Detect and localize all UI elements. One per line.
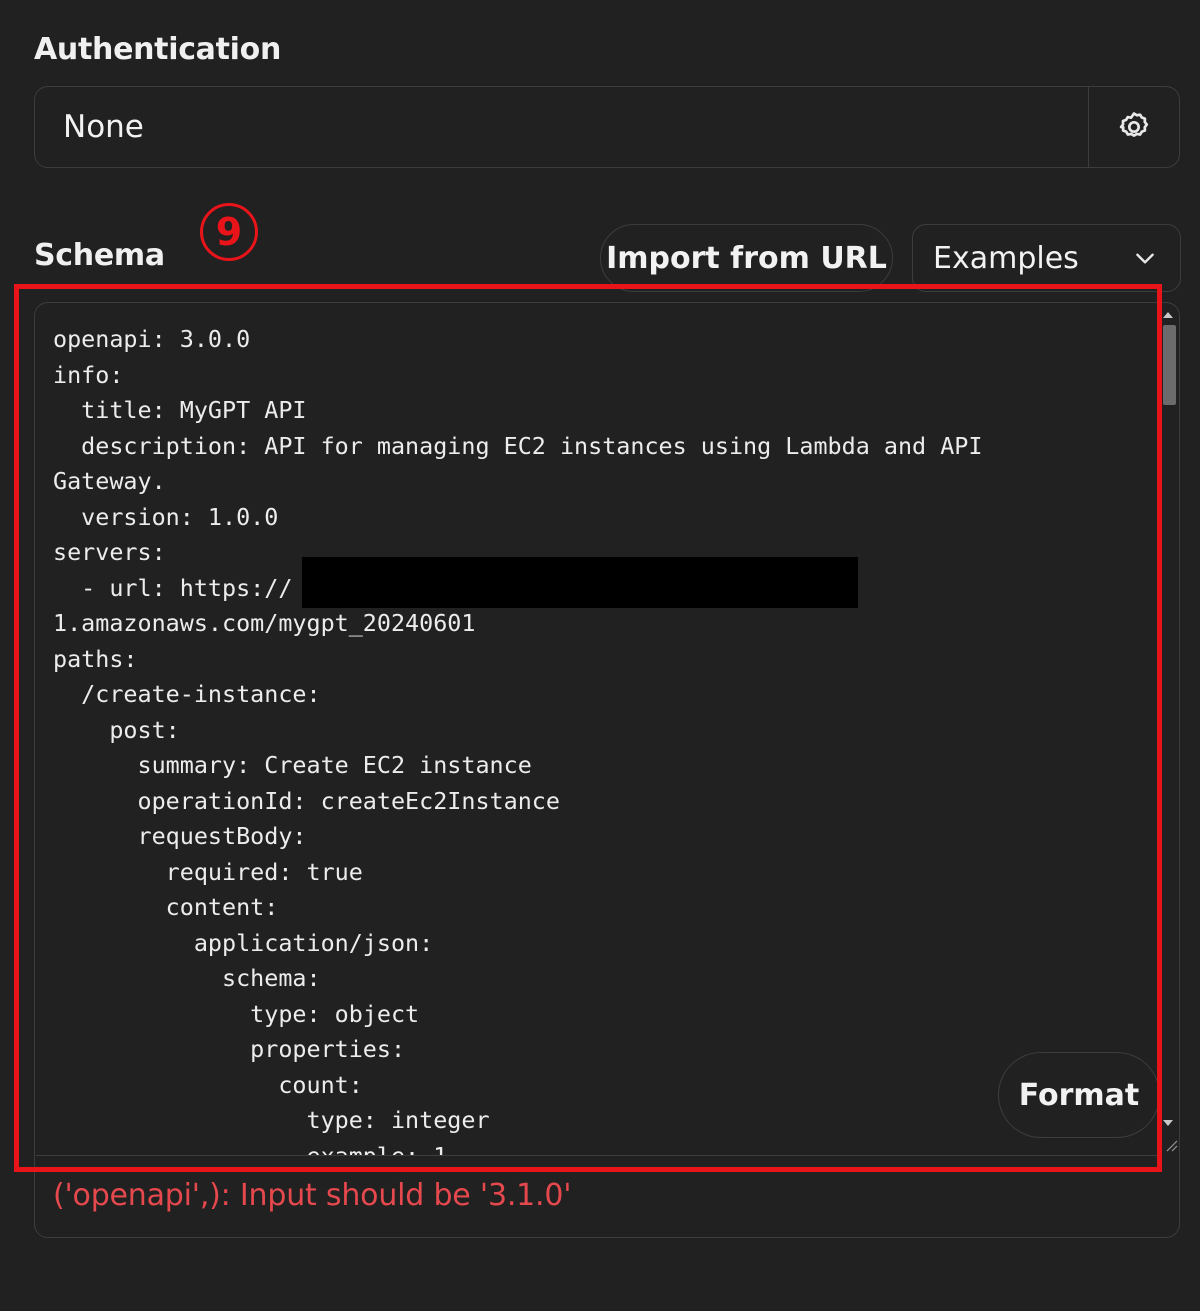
code-line: - url: https:// xyxy=(53,573,293,602)
code-line: requestBody: xyxy=(53,822,307,850)
resize-grip-icon[interactable] xyxy=(1164,1138,1178,1152)
redacted-url-block xyxy=(302,557,858,608)
schema-label: Schema xyxy=(34,238,165,273)
examples-dropdown-label: Examples xyxy=(933,240,1079,276)
schema-code-editor[interactable]: openapi: 3.0.0 info: title: MyGPT API de… xyxy=(36,304,1162,1156)
authentication-field[interactable]: None xyxy=(34,86,1180,168)
import-from-url-button[interactable]: Import from URL xyxy=(600,224,893,292)
code-line: count: xyxy=(53,1070,363,1099)
code-line: post: xyxy=(53,715,180,744)
code-line: required: true xyxy=(53,857,363,886)
chevron-down-icon xyxy=(1136,253,1154,264)
annotation-number-9: 9 xyxy=(200,203,258,261)
code-line: paths: xyxy=(53,644,138,673)
examples-dropdown[interactable]: Examples xyxy=(912,224,1181,292)
code-line: application/json: xyxy=(53,928,434,957)
code-line: schema: xyxy=(53,964,321,992)
code-line: operationId: createEc2Instance xyxy=(53,786,560,815)
code-line: servers: xyxy=(53,538,166,566)
authentication-settings-button[interactable] xyxy=(1089,87,1179,167)
code-line: description: API for managing EC2 instan… xyxy=(53,431,983,460)
scroll-up-arrow-icon[interactable] xyxy=(1163,312,1173,318)
code-line: properties: xyxy=(53,1035,406,1063)
code-line: example: 1 xyxy=(53,1141,448,1156)
schema-code-text: openapi: 3.0.0 info: title: MyGPT API de… xyxy=(53,322,983,1156)
code-line: openapi: 3.0.0 xyxy=(53,325,251,353)
format-button[interactable]: Format xyxy=(998,1052,1160,1138)
editor-scrollbar[interactable] xyxy=(1162,310,1180,1150)
gpt-action-editor: Authentication None Schema 9 Import from… xyxy=(0,0,1200,1311)
code-line: /create-instance: xyxy=(53,680,321,708)
code-line: summary: Create EC2 instance xyxy=(53,751,532,779)
code-line: version: 1.0.0 xyxy=(53,502,279,531)
gear-icon xyxy=(1119,112,1149,137)
code-line: title: MyGPT API xyxy=(53,396,307,424)
scroll-thumb[interactable] xyxy=(1163,325,1176,405)
code-line: Gateway. xyxy=(53,467,166,495)
schema-error-message: ('openapi',): Input should be '3.1.0' xyxy=(53,1178,572,1213)
code-line: 1.amazonaws.com/mygpt_20240601 xyxy=(53,609,476,637)
authentication-label: Authentication xyxy=(34,32,282,67)
code-line: info: xyxy=(53,360,124,389)
code-line: type: integer xyxy=(53,1106,490,1134)
authentication-value: None xyxy=(63,109,144,145)
scroll-down-arrow-icon[interactable] xyxy=(1163,1120,1173,1126)
code-line: content: xyxy=(53,893,279,921)
code-line: type: object xyxy=(53,999,420,1028)
